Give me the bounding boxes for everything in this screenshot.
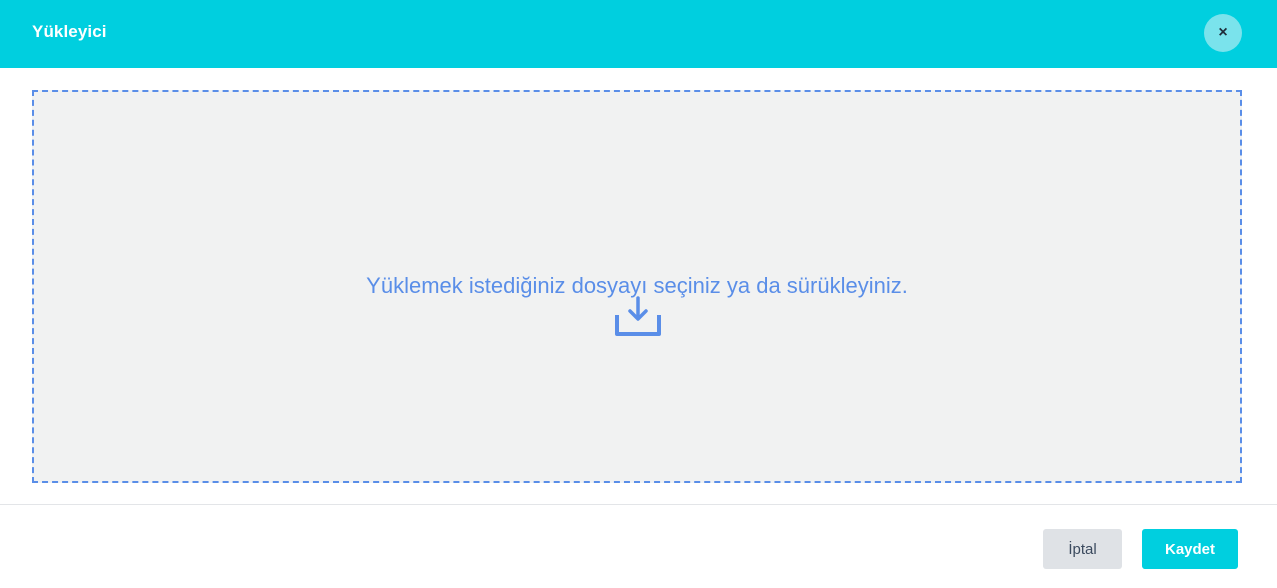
modal-header: Yükleyici × [0, 0, 1277, 68]
close-button[interactable]: × [1204, 14, 1242, 52]
upload-tray-icon [615, 296, 661, 336]
uploader-modal: Yükleyici × Yüklemek istediğiniz dosyayı… [0, 0, 1277, 588]
cancel-button[interactable]: İptal [1043, 529, 1122, 569]
save-button[interactable]: Kaydet [1142, 529, 1238, 569]
modal-title: Yükleyici [32, 22, 107, 41]
file-dropzone[interactable]: Yüklemek istediğiniz dosyayı seçiniz ya … [32, 90, 1242, 483]
footer-divider [0, 504, 1277, 505]
close-icon: × [1218, 24, 1228, 41]
